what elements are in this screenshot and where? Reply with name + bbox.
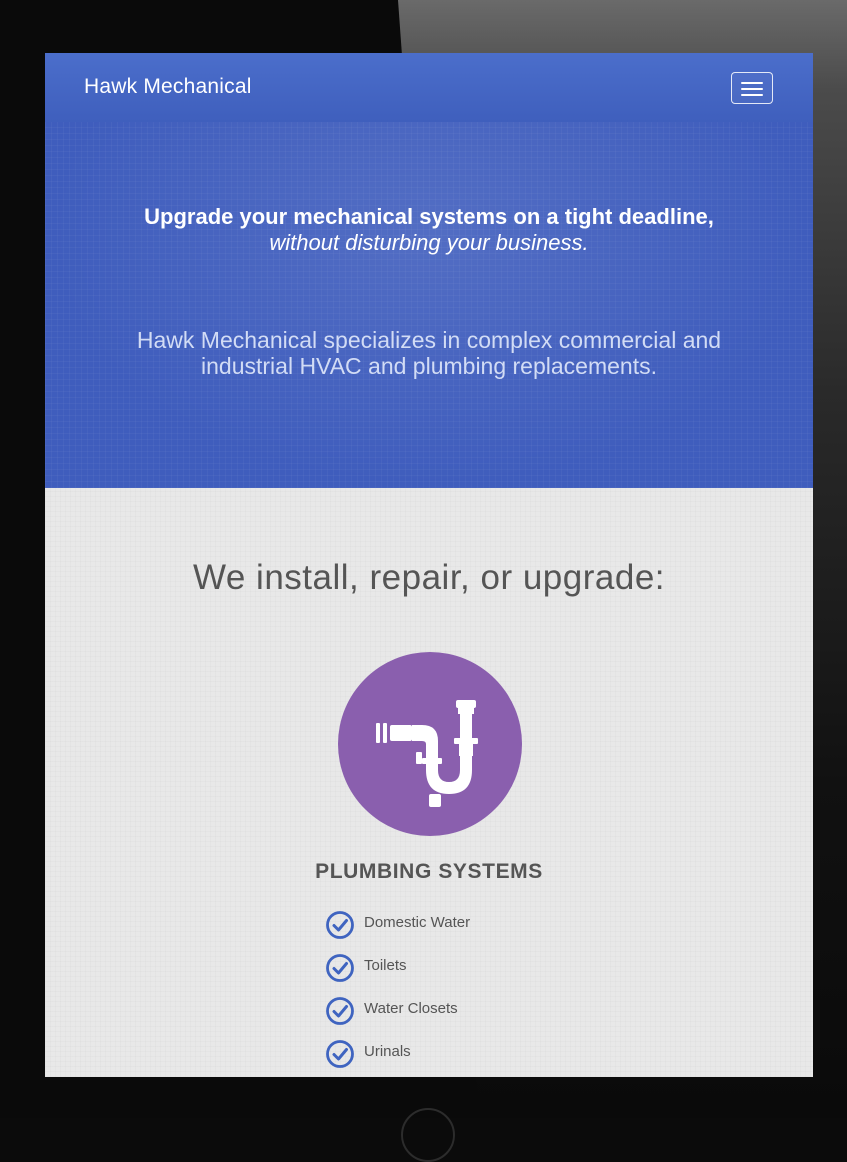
tablet-device-frame: Hawk Mechanical Upgrade your mechanical …: [0, 0, 847, 1162]
services-heading: We install, repair, or upgrade:: [192, 558, 666, 597]
services-section: We install, repair, or upgrade: PLUMBING…: [45, 488, 813, 1077]
hamburger-menu-icon: [741, 94, 763, 96]
navbar: Hawk Mechanical: [45, 53, 813, 123]
feature-label: Water Closets: [364, 1000, 458, 1017]
feature-label: Urinals: [364, 1043, 411, 1060]
service-title: PLUMBING SYSTEMS: [315, 860, 543, 883]
check-circle-icon: [326, 1040, 354, 1068]
feature-label: Toilets: [364, 957, 407, 974]
hero-subline: without disturbing your business.: [269, 230, 589, 255]
pipe-trap-icon: [376, 700, 478, 807]
device-screen: Hawk Mechanical Upgrade your mechanical …: [45, 53, 813, 1077]
plumbing-service-badge: [338, 652, 522, 836]
check-circle-icon: [326, 954, 354, 982]
check-circle-icon: [326, 911, 354, 939]
hamburger-menu-icon: [741, 88, 763, 90]
check-circle-icon: [326, 997, 354, 1025]
brand-link[interactable]: Hawk Mechanical: [84, 75, 252, 99]
hero-description: Hawk Mechanical specializes in complex c…: [136, 327, 722, 379]
menu-toggle-button[interactable]: [731, 72, 773, 104]
feature-label: Domestic Water: [364, 914, 471, 931]
home-button[interactable]: [401, 1108, 455, 1162]
hero-headline: Upgrade your mechanical systems on a tig…: [144, 204, 714, 229]
hamburger-menu-icon: [741, 82, 763, 84]
hero-section: Upgrade your mechanical systems on a tig…: [45, 122, 813, 488]
